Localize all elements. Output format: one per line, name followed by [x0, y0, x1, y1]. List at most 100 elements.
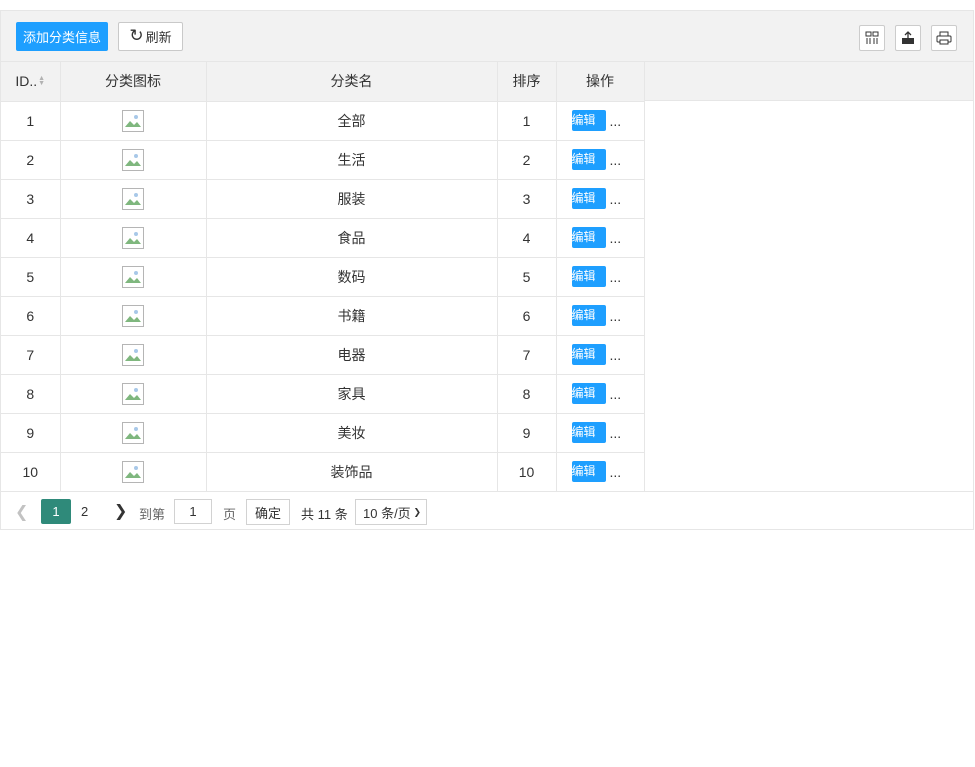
page-button-current[interactable]: 1 — [41, 499, 71, 524]
more-actions-button[interactable]: ... — [610, 230, 622, 246]
refresh-button[interactable]: ↻ 刷新 — [118, 22, 183, 51]
chevron-left-icon[interactable]: ❮ — [15, 502, 28, 522]
cell-icon — [60, 140, 207, 180]
more-actions-button[interactable]: ... — [610, 191, 622, 207]
cell-name: 服装 — [206, 179, 498, 219]
total-count: 共 11 条 — [301, 507, 348, 522]
table-row: 5 数码 5 编辑... — [1, 257, 645, 297]
edit-button[interactable]: 编辑 — [571, 461, 606, 482]
cell-ops: 编辑... — [556, 296, 645, 336]
cell-id: 6 — [1, 296, 61, 336]
refresh-icon: ↻ — [129, 26, 144, 45]
broken-image-icon — [122, 305, 144, 327]
table-container: 添加分类信息 ↻ 刷新 ID.. ▲ ▼ 分类图标 分类名 排序 操作 1 全部… — [0, 10, 974, 530]
table-header-row: ID.. ▲ ▼ 分类图标 分类名 排序 操作 — [1, 62, 645, 102]
sort-icon[interactable]: ▲ ▼ — [38, 75, 45, 87]
chevron-down-icon: ❯ — [413, 506, 421, 517]
chevron-right-icon[interactable]: ❯ — [114, 501, 127, 521]
more-actions-button[interactable]: ... — [610, 386, 622, 402]
cell-name: 美妆 — [206, 413, 498, 453]
cell-icon — [60, 335, 207, 375]
print-icon[interactable] — [931, 25, 957, 51]
cell-icon — [60, 452, 207, 492]
edit-button[interactable]: 编辑 — [571, 344, 606, 365]
cell-sort: 2 — [497, 140, 557, 180]
cell-id: 9 — [1, 413, 61, 453]
page-button[interactable]: 2 — [81, 504, 88, 519]
cell-name: 全部 — [206, 101, 498, 141]
cell-sort: 6 — [497, 296, 557, 336]
columns-filter-icon[interactable] — [859, 25, 885, 51]
cell-id: 2 — [1, 140, 61, 180]
broken-image-icon — [122, 461, 144, 483]
print-glyph — [936, 31, 952, 45]
broken-image-icon — [122, 227, 144, 249]
table-row: 3 服装 3 编辑... — [1, 179, 645, 219]
cell-name: 家具 — [206, 374, 498, 414]
cell-icon — [60, 101, 207, 141]
cell-ops: 编辑... — [556, 452, 645, 492]
table-row: 4 食品 4 编辑... — [1, 218, 645, 258]
cell-sort: 8 — [497, 374, 557, 414]
broken-image-icon — [122, 422, 144, 444]
table-row: 6 书籍 6 编辑... — [1, 296, 645, 336]
broken-image-icon — [122, 266, 144, 288]
table-row: 1 全部 1 编辑... — [1, 101, 645, 141]
more-actions-button[interactable]: ... — [610, 152, 622, 168]
table-row: 8 家具 8 编辑... — [1, 374, 645, 414]
cell-ops: 编辑... — [556, 413, 645, 453]
edit-button[interactable]: 编辑 — [571, 305, 606, 326]
cell-sort: 9 — [497, 413, 557, 453]
cell-name: 食品 — [206, 218, 498, 258]
goto-page-input[interactable] — [174, 499, 212, 524]
column-header-ops: 操作 — [556, 62, 645, 102]
edit-button[interactable]: 编辑 — [571, 227, 606, 248]
cell-ops: 编辑... — [556, 140, 645, 180]
more-actions-button[interactable]: ... — [610, 113, 622, 129]
cell-ops: 编辑... — [556, 335, 645, 375]
edit-button[interactable]: 编辑 — [571, 383, 606, 404]
export-icon[interactable] — [895, 25, 921, 51]
cell-sort: 7 — [497, 335, 557, 375]
column-header-id[interactable]: ID.. ▲ ▼ — [1, 62, 61, 102]
cell-icon — [60, 179, 207, 219]
edit-button[interactable]: 编辑 — [571, 422, 606, 443]
cell-id: 1 — [1, 101, 61, 141]
more-actions-button[interactable]: ... — [610, 347, 622, 363]
add-category-button[interactable]: 添加分类信息 — [16, 22, 108, 51]
edit-button[interactable]: 编辑 — [571, 266, 606, 287]
broken-image-icon — [122, 110, 144, 132]
more-actions-button[interactable]: ... — [610, 269, 622, 285]
cell-sort: 1 — [497, 101, 557, 141]
broken-image-icon — [122, 344, 144, 366]
page-unit-label: 页 — [223, 507, 237, 522]
table-toolbar: 添加分类信息 ↻ 刷新 — [1, 11, 973, 62]
cell-id: 10 — [1, 452, 61, 492]
page-size-value: 10 条/页 — [363, 505, 411, 521]
cell-ops: 编辑... — [556, 257, 645, 297]
more-actions-button[interactable]: ... — [610, 425, 622, 441]
cell-sort: 3 — [497, 179, 557, 219]
table-row: 10 装饰品 10 编辑... — [1, 452, 645, 492]
table-row: 2 生活 2 编辑... — [1, 140, 645, 180]
refresh-button-label: 刷新 — [145, 30, 172, 45]
more-actions-button[interactable]: ... — [610, 464, 622, 480]
edit-button[interactable]: 编辑 — [571, 188, 606, 209]
edit-button[interactable]: 编辑 — [571, 149, 606, 170]
cell-sort: 10 — [497, 452, 557, 492]
export-glyph — [902, 31, 914, 44]
cell-id: 8 — [1, 374, 61, 414]
column-header-name: 分类名 — [206, 62, 498, 102]
goto-confirm-button[interactable]: 确定 — [246, 499, 290, 525]
edit-button[interactable]: 编辑 — [571, 110, 606, 131]
cell-icon — [60, 257, 207, 297]
more-actions-button[interactable]: ... — [610, 308, 622, 324]
pagination: ❮ 1 2 ❯ 到第 页 确定 共 11 条 10 条/页 ❯ — [1, 491, 973, 530]
cell-name: 书籍 — [206, 296, 498, 336]
broken-image-icon — [122, 188, 144, 210]
table-body: 1 全部 1 编辑... 2 生活 2 编辑... 3 服装 3 编辑... 4 食品 4 编辑... 5 数码 5… — [1, 101, 645, 492]
page-size-select[interactable]: 10 条/页 ❯ — [355, 499, 427, 525]
cell-id: 3 — [1, 179, 61, 219]
cell-name: 电器 — [206, 335, 498, 375]
goto-label: 到第 — [139, 507, 166, 522]
